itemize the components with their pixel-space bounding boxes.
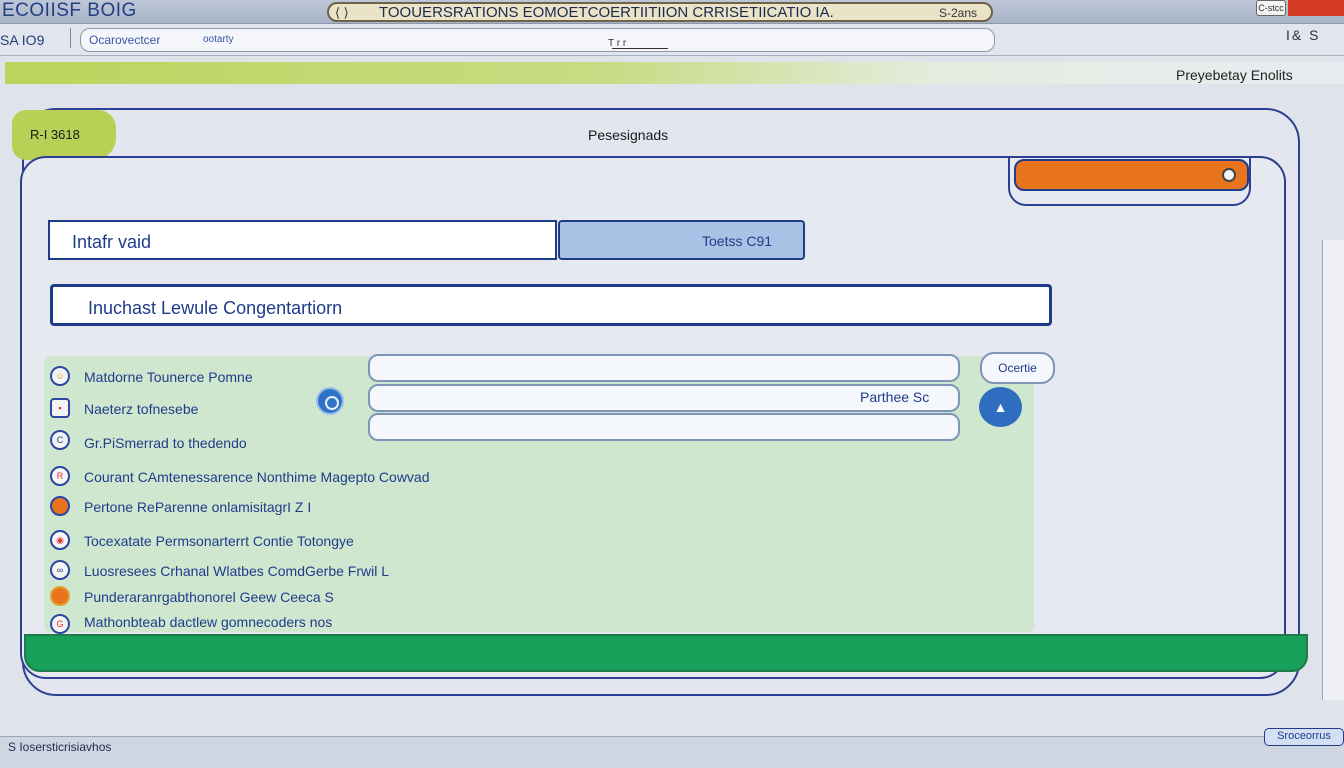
orange-dot-icon: [50, 586, 70, 606]
bottom-green-bar: [24, 634, 1308, 672]
close-button[interactable]: [1288, 0, 1344, 16]
long-input-value: Inuchast Lewule Congentartiorn: [88, 298, 343, 318]
list-item-label: Tocexatate Permsonarterrt Contie Totongy…: [84, 533, 354, 549]
list-item-label: Courant CAmtenessarence Nonthime Magepto…: [84, 469, 430, 485]
smiley-icon: ☺: [50, 366, 70, 386]
input-field-2-value: Parthee Sc: [860, 389, 930, 405]
header-strip: [5, 62, 1344, 84]
list-item-label: Matdorne Tounerce Pomne: [84, 369, 253, 385]
toolbar: SA IO9 Ocarovectcer ootarty: [0, 24, 1344, 56]
toolbar-separator: [70, 28, 71, 48]
list-item-label: Mathonbteab dactlew gomnecoders nos: [84, 614, 333, 630]
input-field-3[interactable]: [368, 413, 960, 441]
list-item-label: Naeterz tofnesebe: [84, 401, 199, 417]
app-name: ECOIISF BOIG: [2, 0, 137, 21]
address-subtext: ootarty: [203, 34, 234, 45]
window-title-right: S-2ans: [938, 6, 977, 20]
toolbar-right-icons[interactable]: I& S: [1286, 27, 1320, 43]
name-input-value: Intafr vaid: [72, 232, 152, 252]
list-item-label: Punderaranrgabthonorel Geew Ceeca S: [84, 589, 334, 605]
ocertie-button[interactable]: Ocertie: [980, 352, 1055, 384]
r-circle-icon: R: [50, 466, 70, 486]
toets-button-label: Toetss C91: [702, 233, 773, 249]
arrow-up-icon: ▲: [993, 399, 1008, 415]
camera-icon: ◉: [50, 530, 70, 550]
vertical-scrollbar[interactable]: [1322, 240, 1344, 700]
refresh-icon[interactable]: [316, 387, 344, 415]
address-bar[interactable]: Ocarovectcer ootarty: [80, 28, 995, 52]
status-text: S Iosersticrisiavhos: [8, 740, 112, 754]
status-button[interactable]: Sroceorrus: [1264, 728, 1344, 746]
link-icon: ∞: [50, 560, 70, 580]
address-text: Ocarovectcer: [89, 33, 161, 47]
header-right-label[interactable]: Preyebetay Enolits: [1176, 67, 1293, 83]
toolbar-mid-underline: [612, 48, 668, 49]
list-item-label: Pertone ReParenne onlamisitagrI Z I: [84, 499, 312, 515]
status-bar: [0, 736, 1344, 768]
toolbar-left-label[interactable]: SA IO9: [0, 32, 44, 48]
list-item-label: Gr.PiSmerrad to thedendo: [84, 435, 247, 451]
toggle-knob[interactable]: [1222, 168, 1236, 182]
window-icon[interactable]: ⟨ ⟩: [335, 5, 349, 21]
action-round-button[interactable]: ▲: [979, 387, 1022, 427]
minimize-button[interactable]: C-stcc: [1256, 0, 1286, 16]
window-title: TOOUERSRATIONS EOMOETCOERTIITIION CRRISE…: [379, 4, 834, 21]
panel-tag-label: R-I 3618: [30, 127, 80, 142]
list-item-label: Luosresees Crhanal Wlatbes ComdGerbe Frw…: [84, 563, 390, 579]
panel-title: Pesesignads: [588, 127, 669, 143]
orange-dot-icon: [50, 496, 70, 516]
orange-toggle-bar[interactable]: [1014, 159, 1249, 191]
input-field-1[interactable]: [368, 354, 960, 382]
g-circle-icon: G: [50, 614, 70, 634]
tag-icon: ▪: [50, 398, 70, 418]
c-circle-icon: C: [50, 430, 70, 450]
window-title-box: ⟨ ⟩ TOOUERSRATIONS EOMOETCOERTIITIION CR…: [327, 2, 993, 22]
